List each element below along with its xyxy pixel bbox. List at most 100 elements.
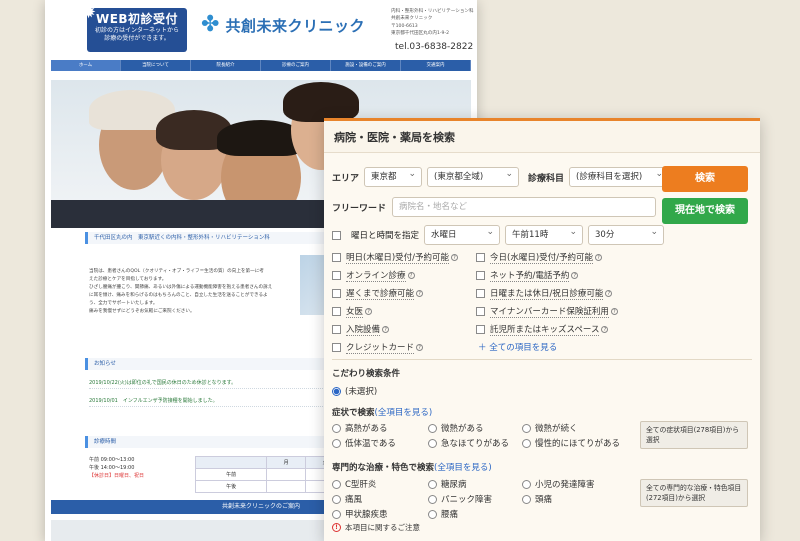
radio[interactable] [332, 386, 341, 396]
radio[interactable] [332, 494, 341, 504]
time-select[interactable]: 午前11時 [505, 223, 584, 245]
option-kids-space[interactable]: 託児所またはキッズスペース? [476, 323, 609, 336]
help-icon[interactable]: ? [416, 290, 424, 297]
checkbox[interactable] [476, 289, 485, 298]
treatment-radio[interactable]: 糖尿病 [428, 478, 467, 490]
treatment-all-link[interactable]: (全項目を見る) [434, 463, 492, 473]
radio[interactable] [332, 423, 341, 433]
radio[interactable] [332, 479, 341, 489]
option-online[interactable]: オンライン診療? [332, 269, 415, 282]
news-item[interactable]: 2019/10/22(火)は即位の礼で国民の休日のため休診となります。 [89, 378, 329, 389]
nav-facilities[interactable]: 施設・設備のご案内 [331, 60, 401, 71]
option-label: オンライン診療 [346, 271, 406, 282]
symptom-title: 症状で検索(全項目を見る) [332, 406, 432, 418]
checkbox[interactable] [332, 271, 341, 280]
dept-label: 診療科目 [528, 173, 565, 184]
web-first-visit-badge[interactable]: ✹ WEB初診受付 初診の方はインターネットから 診療の受付ができます。 [81, 2, 187, 52]
clinic-tel[interactable]: tel.03-6838-2822 [395, 42, 473, 52]
all-items-link[interactable]: ＋ 全ての項目を見る [478, 341, 557, 353]
radio[interactable] [428, 423, 437, 433]
radio[interactable] [332, 509, 341, 519]
option-credit-card[interactable]: クレジットカード? [332, 341, 424, 354]
checkbox[interactable] [476, 253, 485, 262]
freeword-input[interactable]: 病院名・地名など [392, 197, 657, 217]
treatment-all-button[interactable]: 全ての専門的な治療・特色項目(272項目)から選択 [640, 479, 748, 507]
treatment-radio[interactable]: 小児の発達障害 [522, 478, 595, 490]
checkbox[interactable] [476, 307, 485, 316]
treatment-radio[interactable]: 腰痛 [428, 508, 458, 520]
nav-access[interactable]: 交通案内 [401, 60, 471, 71]
radio[interactable] [522, 438, 531, 448]
symptom-all-button[interactable]: 全ての症状項目(278項目)から選択 [640, 421, 748, 449]
checkbox[interactable] [476, 271, 485, 280]
prefecture-select[interactable]: 東京都 [364, 165, 423, 187]
checkbox[interactable] [332, 289, 341, 298]
option-late[interactable]: 遅くまで診療可能? [332, 287, 424, 300]
radio[interactable] [522, 479, 531, 489]
symptom-radio[interactable]: 微熱がある [428, 422, 484, 434]
datetime-checkbox[interactable] [332, 230, 341, 240]
radio[interactable] [332, 438, 341, 448]
option-inpatient[interactable]: 入院設備? [332, 323, 390, 336]
dept-select[interactable]: (診療科目を選択) [569, 165, 670, 187]
help-icon[interactable]: ? [601, 326, 609, 333]
option-holiday[interactable]: 日曜または休日/祝日診療可能? [476, 287, 613, 300]
treatment-radio[interactable]: 頭痛 [522, 493, 552, 505]
symptom-radio[interactable]: 微熱が続く [522, 422, 578, 434]
radio[interactable] [428, 479, 437, 489]
unselected-radio[interactable]: (未選択) [332, 385, 377, 397]
radio[interactable] [522, 494, 531, 504]
option-net-reservation[interactable]: ネット予約/電話予約? [476, 269, 579, 282]
option-female-doctor[interactable]: 女医? [332, 305, 373, 318]
symptom-radio[interactable]: 低体温である [332, 437, 396, 449]
search-button[interactable]: 検索 [662, 166, 748, 192]
treatment-radio[interactable]: 甲状腺疾患 [332, 508, 388, 520]
treatment-radio[interactable]: パニック障害 [428, 493, 492, 505]
weekday-select[interactable]: 水曜日 [424, 223, 501, 245]
notice[interactable]: ! 本項目に関するご注意 [332, 522, 420, 533]
symptom-title-text: 症状で検索 [332, 408, 375, 418]
help-icon[interactable]: ? [407, 272, 415, 279]
symptom-radio[interactable]: 高熱がある [332, 422, 388, 434]
help-icon[interactable]: ? [610, 308, 618, 315]
checkbox[interactable] [332, 343, 341, 352]
help-icon[interactable]: ? [571, 272, 579, 279]
nav-home[interactable]: ホーム [51, 60, 121, 71]
option-today[interactable]: 今日(水曜日)受付/予約可能? [476, 251, 602, 264]
help-icon[interactable]: ? [595, 254, 602, 261]
news-item[interactable]: 2019/10/01 インフルエンザ予防接種を開始しました。 [89, 396, 329, 407]
clinic-logo[interactable]: ✤ 共創未来クリニック [201, 14, 365, 36]
symptom-radio[interactable]: 急なほてりがある [428, 437, 509, 449]
area-select[interactable]: (東京都全域) [427, 165, 520, 187]
treatment-radio[interactable]: C型肝炎 [332, 478, 376, 490]
checkbox[interactable] [332, 325, 341, 334]
minutes-select[interactable]: 30分 [588, 223, 665, 245]
help-icon[interactable]: ? [382, 326, 390, 333]
help-icon[interactable]: ? [605, 290, 613, 297]
search-panel: 病院・医院・薬局を検索 エリア 東京都 (東京都全域) 診療科目 (診療科目を選… [324, 118, 760, 541]
checkbox[interactable] [332, 253, 341, 262]
radio[interactable] [428, 509, 437, 519]
nav-medical-guide[interactable]: 診療のご案内 [261, 60, 331, 71]
help-icon[interactable]: ? [365, 308, 373, 315]
help-icon[interactable]: ? [416, 344, 424, 351]
current-location-button[interactable]: 現在地で検索 [662, 198, 748, 224]
freeword-label: フリーワード [332, 203, 387, 214]
checkbox[interactable] [476, 325, 485, 334]
option-label: 今日(水曜日)受付/予約可能 [490, 253, 593, 264]
nav-about[interactable]: 当院について [121, 60, 191, 71]
clinic-nav: ホーム 当院について 院長紹介 診療のご案内 施設・設備のご案内 交通案内 [51, 60, 471, 71]
option-my-number[interactable]: マイナンバーカード保険証利用? [476, 305, 618, 318]
symptom-all-link[interactable]: (全項目を見る) [375, 408, 433, 418]
hours-pm: 午後 14:00～19:00 [89, 465, 135, 471]
nav-director[interactable]: 院長紹介 [191, 60, 261, 71]
help-icon[interactable]: ? [451, 254, 458, 261]
radio[interactable] [522, 423, 531, 433]
treatment-radio[interactable]: 痛風 [332, 493, 362, 505]
radio[interactable] [428, 494, 437, 504]
option-tomorrow[interactable]: 明日(木曜日)受付/予約可能? [332, 251, 458, 264]
checkbox[interactable] [332, 307, 341, 316]
warning-icon: ! [332, 523, 341, 532]
symptom-radio[interactable]: 慢性的にほてりがある [522, 437, 620, 449]
radio[interactable] [428, 438, 437, 448]
